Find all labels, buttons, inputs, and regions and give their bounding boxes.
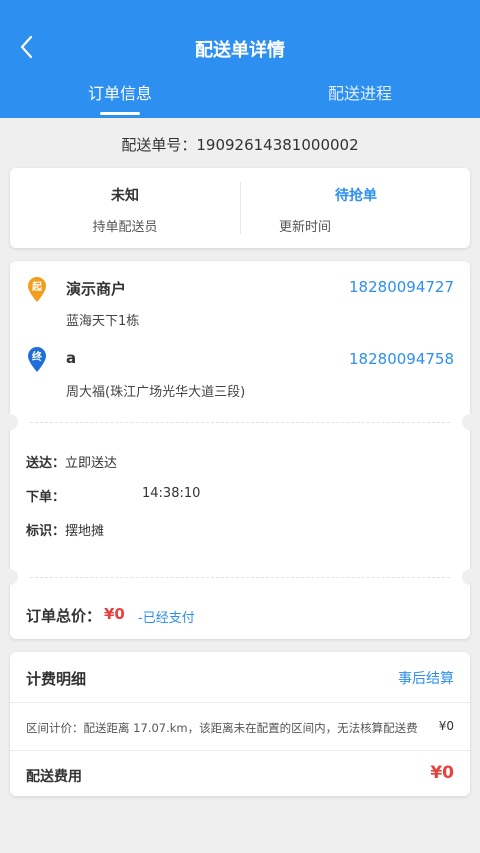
pickup-pin-icon: 起 <box>26 275 48 303</box>
ticket-notch <box>2 569 18 585</box>
fee-title: 计费明细 <box>26 670 87 688</box>
ticket-notch <box>462 414 478 430</box>
update-time-label: 更新时间 <box>279 220 332 235</box>
order-time-key: 下单： <box>26 490 66 505</box>
pickup-badge: 起 <box>32 282 42 293</box>
fee-description-amount: ¥0 <box>438 719 454 733</box>
tab-delivery-progress[interactable]: 配送进程 <box>240 80 480 104</box>
ticket-notch <box>462 569 478 585</box>
page-title: 配送单详情 <box>195 40 285 61</box>
divider <box>10 702 470 703</box>
order-time: 下单： <box>26 486 65 505</box>
delivery-fee-label: 配送费用 <box>26 769 82 785</box>
dropoff-badge: 终 <box>32 352 42 363</box>
order-detail-card: 起 演示商户 18280094727 蓝海天下1栋 终 a 1828009475… <box>2 261 478 639</box>
divider <box>10 750 470 751</box>
dropoff-pin-icon: 终 <box>26 345 48 373</box>
delivery-mode-key: 送达： <box>26 456 66 471</box>
settle-later-link[interactable]: 事后结算 <box>398 668 454 688</box>
pickup-name: 演示商户 <box>66 280 127 298</box>
order-tag-value: 摆地摊 <box>65 524 105 539</box>
dropoff-name: a <box>66 349 77 367</box>
divider <box>30 422 450 423</box>
order-tag-key: 标识： <box>26 524 66 539</box>
order-state-column: 待抢单 更新时间 <box>240 182 470 235</box>
order-state-value: 待抢单 <box>335 188 377 204</box>
delivery-mode: 送达：立即送达 <box>26 452 117 471</box>
tab-order-info[interactable]: 订单信息 <box>0 80 240 104</box>
order-tag: 标识：摆地摊 <box>26 520 104 539</box>
divider <box>30 577 450 578</box>
app-header: 配送单详情 订单信息 配送进程 <box>0 0 480 118</box>
delivery-mode-value: 立即送达 <box>65 456 118 471</box>
pickup-phone[interactable]: 18280094727 <box>349 278 454 296</box>
order-time-value: 14:38:10 <box>142 486 201 501</box>
order-total-label: 订单总价： <box>26 607 102 625</box>
active-tab-indicator <box>100 112 140 115</box>
payment-status: -已经支付 <box>138 611 195 626</box>
order-total-amount: ¥0 <box>104 605 125 623</box>
ticket-notch <box>2 414 18 430</box>
fee-description: 区间计价：配送距离 17.07.km，该距离未在配置的区间内，无法核算配送费 <box>26 721 418 735</box>
courier-column: 未知 持单配送员 <box>10 168 240 248</box>
delivery-fee-amount: ¥0 <box>430 763 454 783</box>
order-number: 配送单号：19092614381000002 <box>121 136 359 154</box>
courier-value: 未知 <box>111 188 139 204</box>
pickup-address: 蓝海天下1栋 <box>66 314 140 329</box>
dropoff-address: 周大福(珠江广场光华大道三段) <box>66 385 246 400</box>
courier-label: 持单配送员 <box>92 220 158 235</box>
status-card: 未知 持单配送员 待抢单 更新时间 <box>10 168 470 248</box>
fee-detail-card: 计费明细 事后结算 区间计价：配送距离 17.07.km，该距离未在配置的区间内… <box>10 652 470 796</box>
dropoff-phone[interactable]: 18280094758 <box>349 350 454 368</box>
